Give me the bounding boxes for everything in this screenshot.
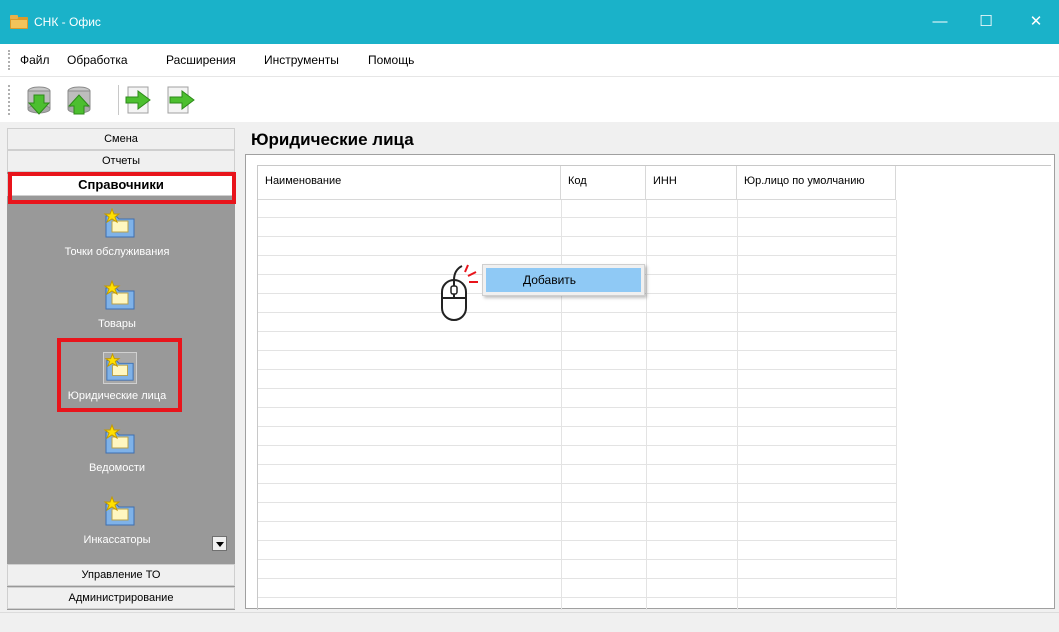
table-row[interactable] [258,219,896,237]
menu-processing[interactable]: Обработка [67,53,128,67]
menu-tools[interactable]: Инструменты [264,53,339,67]
legal-entities-table[interactable]: Наименование Код ИНН Юр.лицо по умолчани… [257,165,1051,617]
table-row[interactable] [258,238,896,256]
content-panel: Юридические лица Наименование Код ИНН Юр… [241,128,1059,617]
table-row[interactable] [258,504,896,522]
table-container: Наименование Код ИНН Юр.лицо по умолчани… [245,154,1055,617]
context-menu: Добавить [482,264,645,296]
right-click-mouse-icon [441,264,478,321]
menu-bar: Файл Обработка Расширения Инструменты По… [0,44,1059,76]
sidebar-section-shift[interactable]: Смена [7,128,235,150]
maximize-button[interactable]: ☐ [963,0,1009,44]
table-row[interactable] [258,352,896,370]
sidebar-scroll-down-button[interactable] [212,536,227,551]
sidebar: Смена Отчеты Справочники Точки обслужива… [7,128,235,610]
table-row[interactable] [258,333,896,351]
table-row[interactable] [258,371,896,389]
menu-help[interactable]: Помощь [368,53,414,67]
database-download-icon[interactable] [22,83,56,117]
toolbar [0,76,1059,122]
table-row[interactable] [258,200,896,218]
sidebar-item-label: Ведомости [88,462,146,474]
toolbar-grip [8,85,10,115]
sidebar-item-label: Точки обслуживания [64,246,170,258]
menu-grip [8,50,10,70]
column-header-default[interactable]: Юр.лицо по умолчанию [737,166,896,200]
sidebar-section-administration[interactable]: Администрирование [7,587,235,609]
import-arrow-icon[interactable] [162,83,196,117]
sidebar-item-statements[interactable]: Ведомости [7,422,227,490]
column-header-inn[interactable]: ИНН [646,166,737,200]
sidebar-item-legal-entities[interactable]: Юридические лица [7,350,227,418]
sidebar-section-reports[interactable]: Отчеты [7,150,235,172]
export-arrow-icon[interactable] [122,83,156,117]
folder-star-icon [103,280,135,310]
table-row[interactable] [258,428,896,446]
context-menu-add[interactable]: Добавить [486,268,641,292]
menu-extensions[interactable]: Расширения [166,53,236,67]
table-row[interactable] [258,485,896,503]
context-menu-add-label: Добавить [523,273,577,287]
window-title: СНК - Офис [34,15,101,29]
database-upload-icon[interactable] [62,83,96,117]
table-row[interactable] [258,314,896,332]
table-row[interactable] [258,466,896,484]
table-column-line [896,200,897,610]
sidebar-item-label: Товары [98,318,136,330]
folder-star-icon [103,496,135,526]
sidebar-item-collectors[interactable]: Инкассаторы [7,494,227,562]
folder-star-icon [103,352,137,384]
table-row[interactable] [258,523,896,541]
table-row[interactable] [258,295,896,313]
status-bar [0,612,1059,632]
title-bar: СНК - Офис — ☐ ✕ [0,0,1059,44]
sidebar-section-maintenance[interactable]: Управление ТО [7,564,235,586]
chevron-down-icon [216,542,224,547]
minimize-button[interactable]: — [917,0,963,44]
table-row[interactable] [258,409,896,427]
table-row[interactable] [258,447,896,465]
close-button[interactable]: ✕ [1013,0,1059,44]
sidebar-item-goods[interactable]: Товары [7,278,227,346]
table-column-line [561,200,562,610]
table-row[interactable] [258,390,896,408]
column-header-code[interactable]: Код [561,166,646,200]
table-column-line [646,200,647,610]
sidebar-item-label: Инкассаторы [83,534,151,546]
table-column-line [737,200,738,610]
table-row[interactable] [258,542,896,560]
toolbar-separator [118,85,119,115]
sidebar-item-service-points[interactable]: Точки обслуживания [7,206,227,274]
table-row[interactable] [258,580,896,598]
column-header-name[interactable]: Наименование [258,166,561,200]
sidebar-section-directories[interactable]: Справочники [7,174,235,196]
page-title: Юридические лица [251,130,414,149]
folder-icon [10,15,28,29]
folder-star-icon [103,424,135,454]
table-row[interactable] [258,561,896,579]
menu-file[interactable]: Файл [20,53,50,67]
sidebar-item-label: Юридические лица [67,390,167,402]
folder-star-icon [103,208,135,238]
